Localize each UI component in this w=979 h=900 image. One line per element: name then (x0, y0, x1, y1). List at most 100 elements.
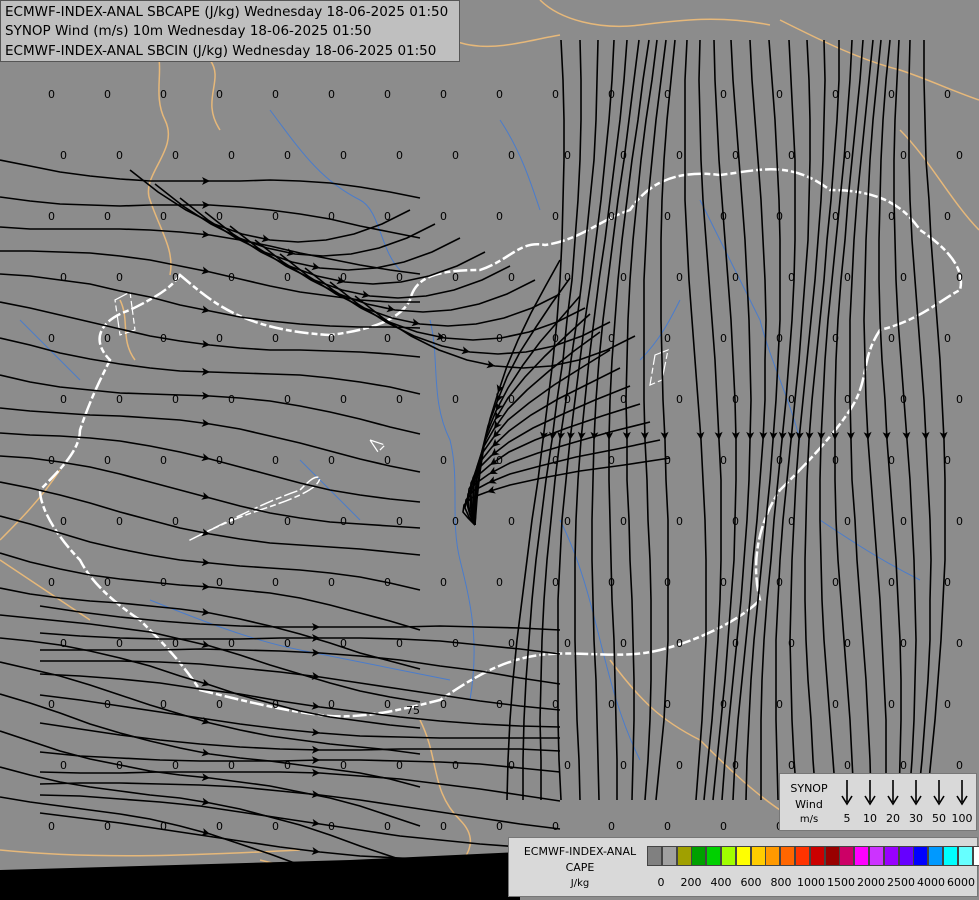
grid-value: 0 (676, 759, 683, 772)
grid-value: 0 (776, 332, 783, 345)
grid-value: 0 (48, 332, 55, 345)
grid-value: 0 (440, 210, 447, 223)
grid-value: 0 (328, 332, 335, 345)
cape-swatch (691, 846, 707, 866)
grid-value: 0 (216, 698, 223, 711)
grid-value: 0 (552, 820, 559, 833)
grid-value: 0 (60, 393, 67, 406)
grid-value: 0 (788, 271, 795, 284)
grid-value: 0 (228, 637, 235, 650)
grid-value: 0 (328, 210, 335, 223)
grid-value: 0 (564, 759, 571, 772)
grid-value: 0 (944, 454, 951, 467)
grid-value: 0 (116, 637, 123, 650)
cape-legend: ECMWF-INDEX-ANAL CAPE J/kg 0 200 400 600 800… (508, 837, 979, 897)
grid-value: 0 (676, 515, 683, 528)
grid-value: 0 (284, 515, 291, 528)
grid-value: 0 (508, 271, 515, 284)
cape-tick-label: 0 (657, 876, 665, 889)
grid-value: 0 (676, 637, 683, 650)
synop-arrow-icon (910, 780, 922, 806)
grid-value: 0 (48, 454, 55, 467)
grid-value: 0 (228, 393, 235, 406)
weather-map[interactable]: 0 0 0 0 0 0 0 0 0 0 0 0 0 0 0 0 0 0 0 0 0 0 0 0 0 0 0 0 0 0 0 0 0 0 0 0 0 0 0 0… (0, 0, 979, 900)
grid-value: 0 (160, 576, 167, 589)
grid-value: 0 (48, 698, 55, 711)
synop-speed-label: 10 (863, 812, 877, 825)
grid-value: 0 (60, 515, 67, 528)
grid-value: 0 (452, 271, 459, 284)
synop-speed-label: 5 (843, 812, 851, 825)
grid-value: 0 (160, 88, 167, 101)
grid-value: 0 (788, 637, 795, 650)
cape-swatch (780, 846, 796, 866)
grid-value: 0 (172, 515, 179, 528)
grid-value: 0 (944, 88, 951, 101)
grid-value: 0 (60, 637, 67, 650)
grid-value: 0 (608, 820, 615, 833)
cape-swatch (883, 846, 899, 866)
grid-value: 0 (732, 393, 739, 406)
grid-value: 0 (776, 576, 783, 589)
grid-value: 0 (664, 332, 671, 345)
grid-value: 0 (384, 454, 391, 467)
grid-value: 0 (888, 88, 895, 101)
grid-value: 0 (496, 332, 503, 345)
grid-value: 0 (384, 210, 391, 223)
cape-tick-label: 400 (710, 876, 732, 889)
cape-swatch (765, 846, 781, 866)
grid-value: 0 (676, 271, 683, 284)
grid-value: 0 (160, 698, 167, 711)
cape-swatch (735, 846, 751, 866)
grid-value: 0 (160, 454, 167, 467)
grid-value: 0 (620, 637, 627, 650)
grid-value: 0 (620, 759, 627, 772)
grid-value: 0 (60, 271, 67, 284)
grid-value: 0 (340, 759, 347, 772)
grid-value: 0 (340, 515, 347, 528)
grid-value: 0 (452, 759, 459, 772)
grid-value: 0 (620, 149, 627, 162)
grid-value: 0 (720, 576, 727, 589)
grid-value: 0 (608, 576, 615, 589)
synop-speed-label: 50 (932, 812, 946, 825)
cape-swatch (943, 846, 958, 866)
grid-value: 0 (508, 149, 515, 162)
grid-value: 0 (620, 393, 627, 406)
title-synop: SYNOP Wind (m/s) 10m Wednesday 18-06-202… (5, 23, 372, 39)
grid-value: 0 (552, 698, 559, 711)
grid-value: 0 (720, 698, 727, 711)
grid-value: 0 (172, 149, 179, 162)
grid-value: 0 (564, 149, 571, 162)
cape-swatch (839, 846, 855, 866)
grid-value: 0 (496, 88, 503, 101)
synop-speed-label: 20 (886, 812, 900, 825)
grid-value: 0 (888, 698, 895, 711)
cape-tick-label: 6000 (947, 876, 975, 889)
grid-value: 0 (440, 88, 447, 101)
grid-value: 0 (284, 271, 291, 284)
grid-value: 0 (284, 393, 291, 406)
cape-swatch (661, 846, 677, 866)
grid-value: 0 (888, 332, 895, 345)
grid-value: 0 (396, 515, 403, 528)
grid-value: 0 (832, 210, 839, 223)
grid-value: 0 (956, 271, 963, 284)
cape-swatch (721, 846, 736, 866)
grid-value: 0 (776, 698, 783, 711)
grid-value: 0 (216, 454, 223, 467)
grid-value: 0 (272, 88, 279, 101)
cape-tick-label: 600 (740, 876, 762, 889)
synop-speed-label: 30 (909, 812, 923, 825)
grid-value: 0 (844, 393, 851, 406)
grid-value: 0 (104, 454, 111, 467)
grid-value: 0 (608, 332, 615, 345)
grid-value: 0 (116, 515, 123, 528)
grid-value: 0 (284, 759, 291, 772)
cape-swatch (898, 846, 914, 866)
grid-value: 0 (664, 454, 671, 467)
grid-value: 0 (340, 637, 347, 650)
map-viewer: 0 0 0 0 0 0 0 0 0 0 0 0 0 0 0 0 0 0 0 0 0 0 0 0 0 0 0 0 0 0 0 0 0 0 0 0 0 0 0 0… (0, 0, 979, 900)
cape-swatch (647, 846, 662, 866)
grid-value: 0 (720, 88, 727, 101)
